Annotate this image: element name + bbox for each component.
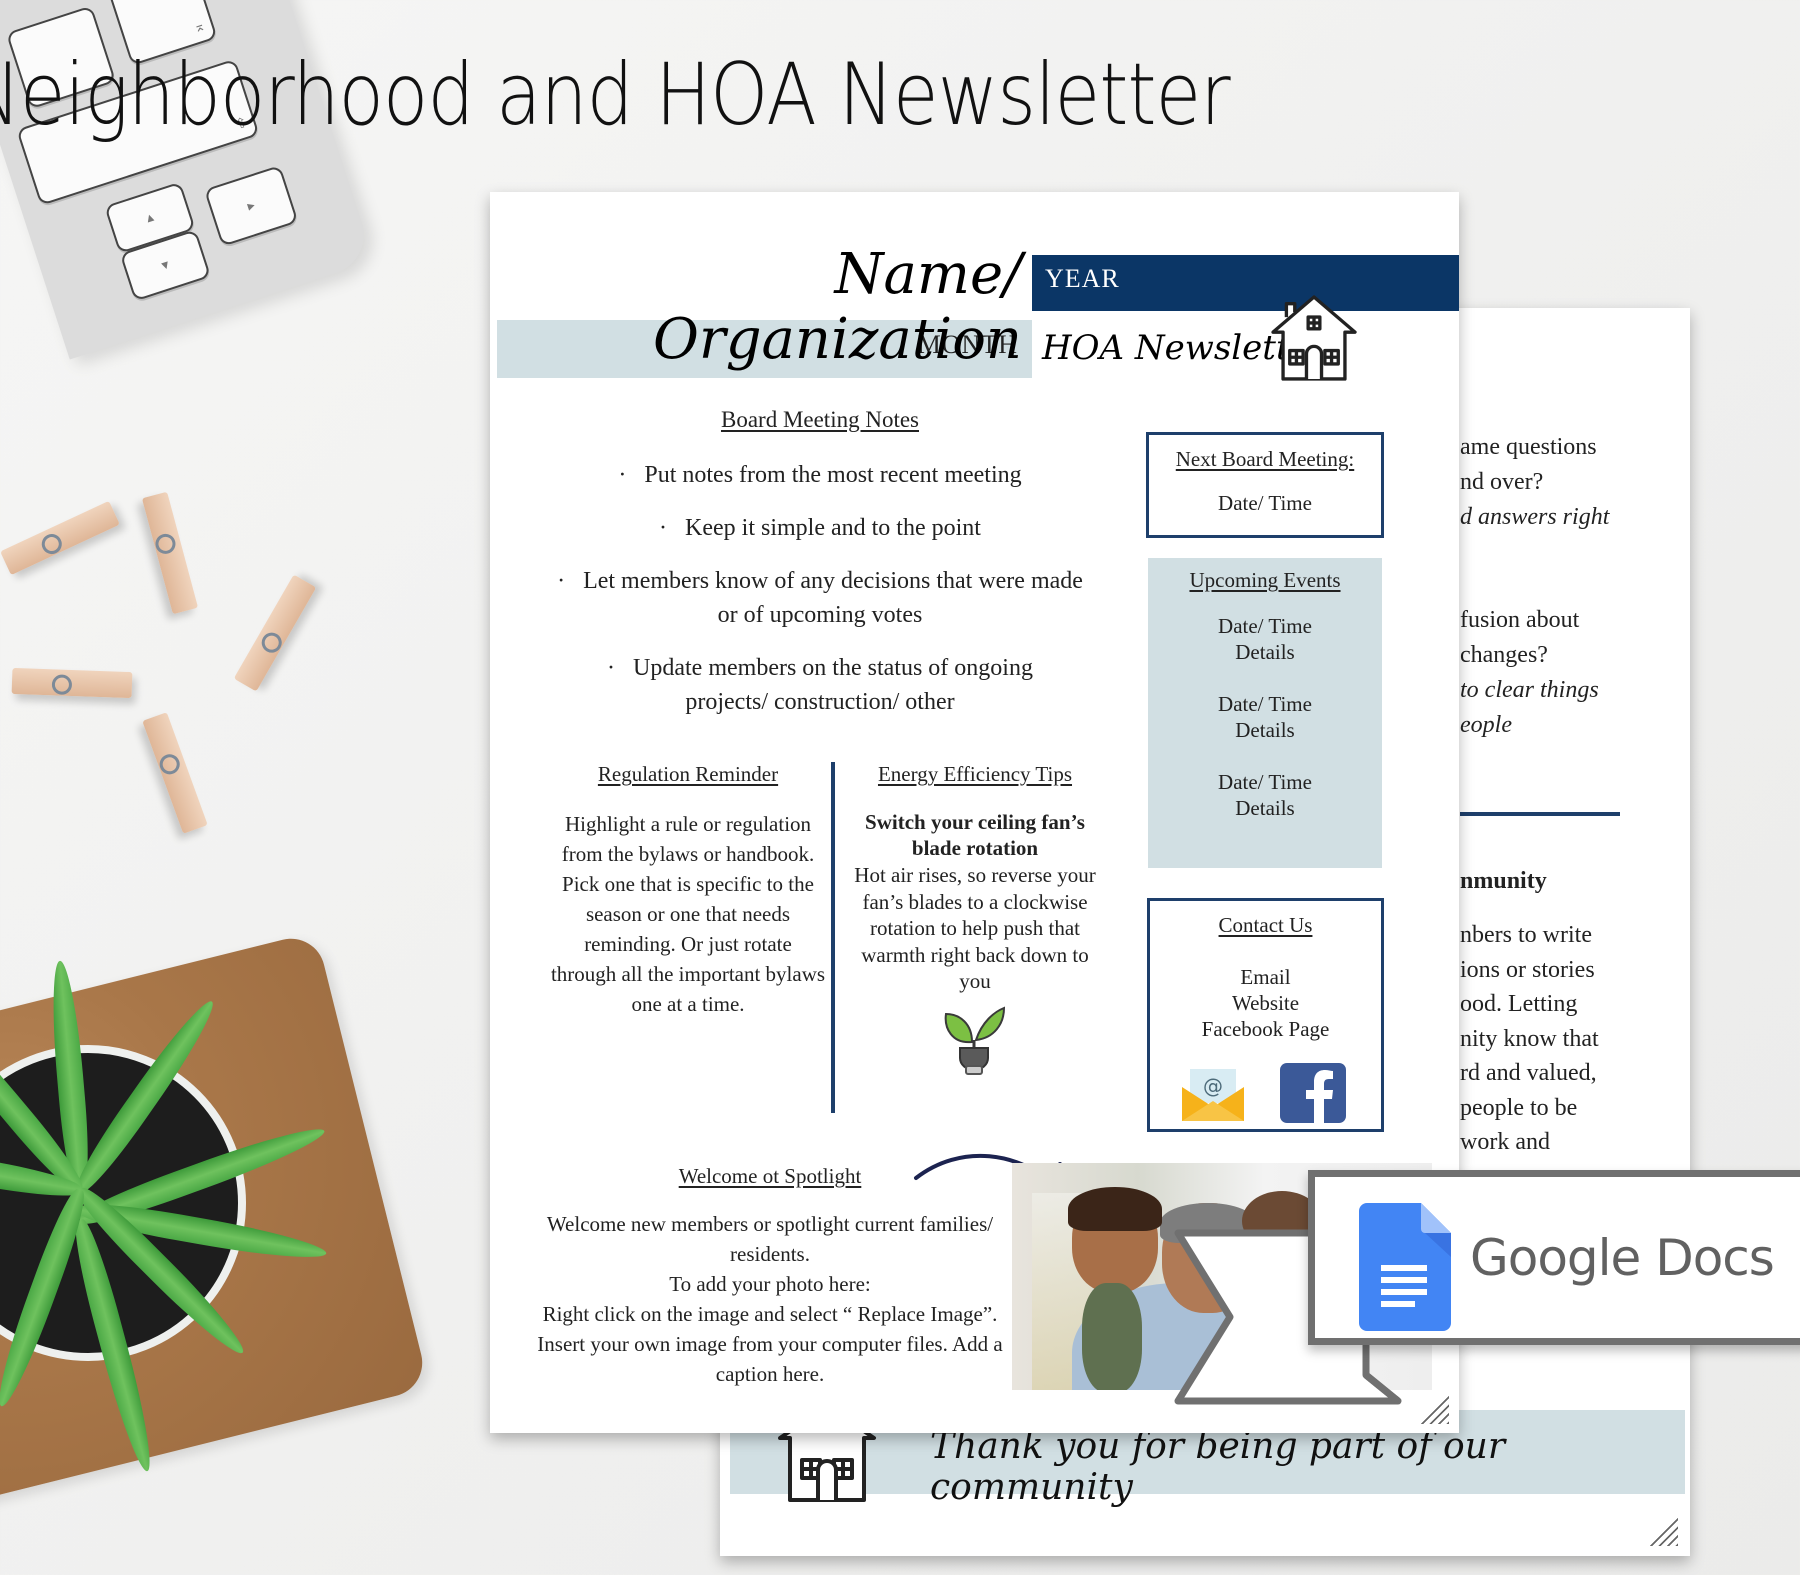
page-title-text: Neighborhood and HOA Newsletter [0,45,1231,145]
clothespin-decoration [233,574,317,692]
regulation-heading: Regulation Reminder [597,762,779,786]
year-label: YEAR [1045,264,1120,293]
page-title: Neighborhood and HOA Newsletter [0,45,1711,145]
upcoming-events-heading: Upcoming Events [1189,568,1341,592]
contact-website-link[interactable]: Website [1150,990,1381,1016]
back-page-text-block: fusion about changes? to clear things eo… [1460,607,1599,738]
regulation-text: Highlight a rule or regulation from the … [550,812,826,1016]
event-item: Date/ Time Details [1218,692,1312,742]
welcome-text: Welcome new members or spotlight current… [537,1212,1003,1386]
google-docs-icon [1359,1203,1451,1331]
board-notes-heading: Board Meeting Notes [720,407,919,432]
board-notes-item: · Put notes from the most recent meeting [618,462,1022,488]
house-icon [1271,295,1357,381]
contact-heading: Contact Us [1218,913,1313,937]
back-page-divider [1460,812,1620,816]
contact-us-box: Contact Us Email Website Facebook Page @ [1147,898,1384,1132]
energy-tips-heading: Energy Efficiency Tips [877,762,1073,786]
clothespin-decoration [0,500,120,576]
back-page-section-heading: nmunity [1460,868,1547,894]
contact-email-link[interactable]: Email [1150,964,1381,990]
page-corner-hatch [1644,1512,1678,1546]
organization-name: Name/ Organization [653,242,1022,372]
footer-thank-you: Thank you for being part of our communit… [930,1426,1506,1508]
event-item: Date/ Time Details [1218,614,1312,664]
next-board-meeting-box: Next Board Meeting: Date/ Time [1146,432,1384,538]
column-divider [831,762,835,1113]
board-notes-item: · Keep it simple and to the point [659,515,981,541]
svg-text:@: @ [1203,1074,1223,1098]
clothespin-decoration [141,491,199,615]
keyboard-right-key: ▸ [203,164,299,247]
energy-tip-title: Switch your ceiling fan’s blade rotation [865,810,1085,860]
back-page-text-block: nbers to write ions or stories ood. Lett… [1460,922,1599,1155]
next-meeting-heading: Next Board Meeting: [1175,447,1355,471]
energy-tip-text: Hot air rises, so reverse your fan’s bla… [854,863,1096,993]
board-notes-item: · Update members on the status of ongoin… [607,655,1033,715]
board-notes-list: · Put notes from the most recent meeting… [530,458,1110,719]
google-docs-label: Google Docs [1470,1229,1775,1287]
event-item: Date/ Time Details [1218,770,1312,820]
back-page-text-block: ame questions nd over? d answers right [1460,434,1610,530]
next-meeting-value: Date/ Time [1218,491,1312,515]
email-icon[interactable]: @ [1180,1067,1246,1123]
google-docs-badge: Google Docs [1308,1170,1800,1345]
page-corner-hatch [1415,1390,1449,1424]
board-notes-item: · Let members know of any decisions that… [557,568,1083,628]
clothespin-decoration [11,667,133,699]
clothespin-decoration [142,712,208,834]
facebook-icon[interactable] [1280,1063,1346,1123]
contact-list: Email Website Facebook Page [1150,964,1381,1042]
upcoming-events-box: Upcoming Events Date/ Time Details Date/… [1148,558,1382,868]
contact-facebook-link[interactable]: Facebook Page [1150,1016,1381,1042]
plant-bulb-icon [944,1006,1006,1075]
